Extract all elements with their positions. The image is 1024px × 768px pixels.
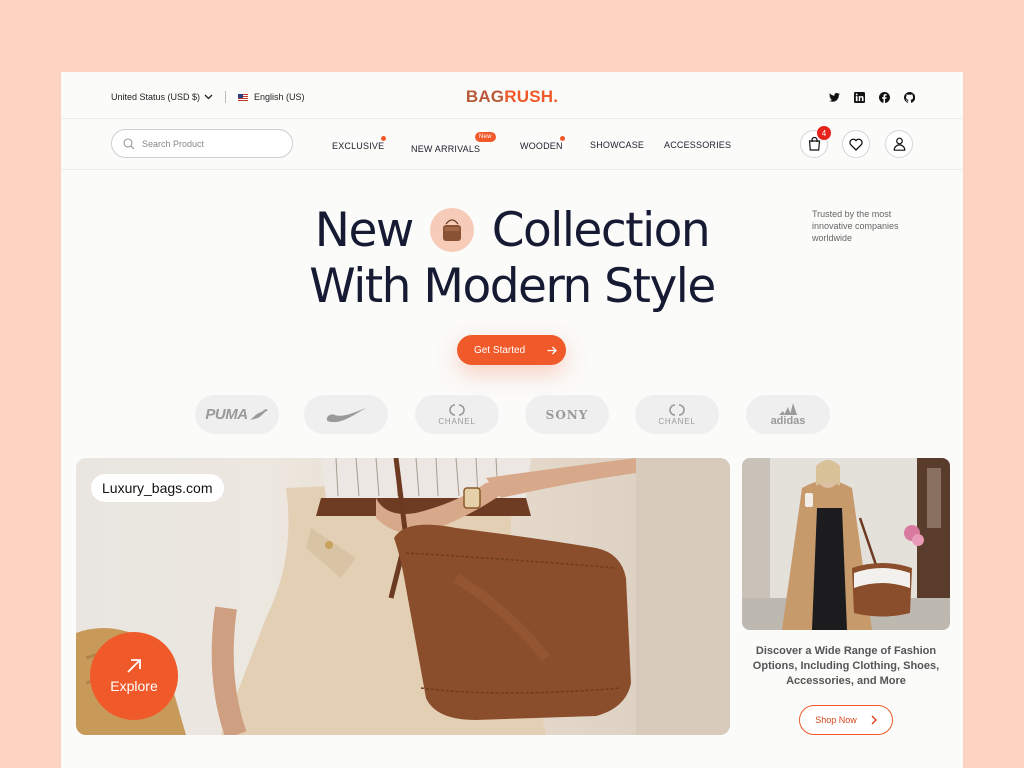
brand-chanel-2[interactable]: CHANEL	[635, 395, 719, 434]
nav-label: NEW ARRIVALS	[411, 144, 481, 154]
site-url-pill: Luxury_bags.com	[91, 474, 224, 502]
nav-item-exclusive[interactable]: EXCLUSIVE	[332, 136, 386, 151]
nav-label: SHOWCASE	[590, 140, 645, 150]
brand-chanel-1[interactable]: CHANEL	[415, 395, 499, 434]
cart-button[interactable]: 4	[800, 126, 831, 158]
get-started-button[interactable]: Get Started	[457, 335, 566, 365]
brand-sony[interactable]: SONY	[525, 395, 609, 434]
bag-thumbnail	[430, 207, 475, 252]
chevron-right-icon	[871, 715, 877, 725]
heart-icon	[849, 138, 863, 151]
user-icon	[893, 137, 905, 151]
chanel-cc-icon	[669, 404, 685, 416]
brand-label: CHANEL	[658, 417, 696, 426]
brand-label: SONY	[545, 407, 589, 422]
logo-part-bag: BAG	[465, 87, 505, 106]
chanel-cc-icon	[449, 404, 465, 416]
brand-adidas[interactable]: adidas	[746, 395, 830, 434]
account-button[interactable]	[885, 130, 913, 158]
nav-label: EXCLUSIVE	[332, 141, 385, 151]
linkedin-icon[interactable]	[853, 91, 865, 103]
adidas-stripes-icon	[779, 403, 797, 415]
explore-label: Explore	[110, 678, 158, 694]
hero-title-line2: With Modern Style	[309, 259, 716, 314]
trusted-text: Trusted by the most innovative companies…	[812, 209, 899, 243]
page-frame: United Status (USD $) English (US) BAGRU…	[61, 72, 963, 768]
nav-label: WOODEN	[520, 141, 563, 151]
arrow-right-icon	[547, 346, 558, 354]
featured-product-image[interactable]: Luxury_bags.com Explore	[76, 458, 730, 735]
search-box[interactable]	[111, 129, 293, 158]
nav-item-new-arrivals[interactable]: NEW ARRIVALS New	[411, 132, 496, 154]
side-description: Discover a Wide Range of Fashion Options…	[752, 645, 940, 687]
facebook-icon[interactable]	[878, 91, 890, 103]
github-icon[interactable]	[903, 91, 915, 103]
brand-puma[interactable]: PUMA	[195, 395, 279, 434]
wishlist-button[interactable]	[842, 130, 870, 158]
brand-label: PUMA	[205, 406, 248, 423]
puma-cat-icon	[249, 408, 268, 420]
explore-button[interactable]: Explore	[90, 632, 178, 720]
cta-label: Get Started	[474, 344, 526, 356]
hero-word-collection: Collection	[491, 203, 711, 258]
new-badge: New	[475, 132, 496, 142]
nav-item-wooden[interactable]: WOODEN	[520, 136, 565, 151]
nav-item-accessories[interactable]: ACCESSORIES	[664, 140, 731, 150]
nav-indicator-dot	[381, 136, 386, 141]
social-links	[828, 91, 915, 103]
twitter-icon[interactable]	[828, 91, 840, 103]
brand-label: adidas	[770, 415, 806, 427]
shop-now-button[interactable]: Shop Now	[799, 705, 893, 735]
arrow-up-right-icon	[127, 659, 141, 673]
shop-now-label: Shop Now	[815, 715, 857, 725]
brand-label: CHANEL	[438, 417, 476, 426]
nike-swoosh-icon	[326, 407, 366, 422]
nav-label: ACCESSORIES	[664, 140, 732, 150]
search-icon	[123, 137, 135, 149]
brand-nike[interactable]	[304, 395, 388, 434]
logo-part-rush: RUSH.	[504, 87, 559, 106]
nav-item-showcase[interactable]: SHOWCASE	[590, 140, 644, 150]
side-product-image[interactable]	[742, 458, 950, 630]
shopping-bag-icon	[808, 137, 820, 151]
nav-bar: EXCLUSIVE NEW ARRIVALS New WOODEN SHOWCA…	[61, 119, 963, 170]
top-bar: United Status (USD $) English (US) BAGRU…	[61, 72, 963, 119]
nav-indicator-dot	[560, 136, 565, 141]
cart-count-badge: 4	[817, 126, 831, 140]
search-input[interactable]	[142, 138, 272, 149]
hero-word-new: New	[314, 203, 415, 258]
street-fashion-illustration	[742, 458, 950, 630]
